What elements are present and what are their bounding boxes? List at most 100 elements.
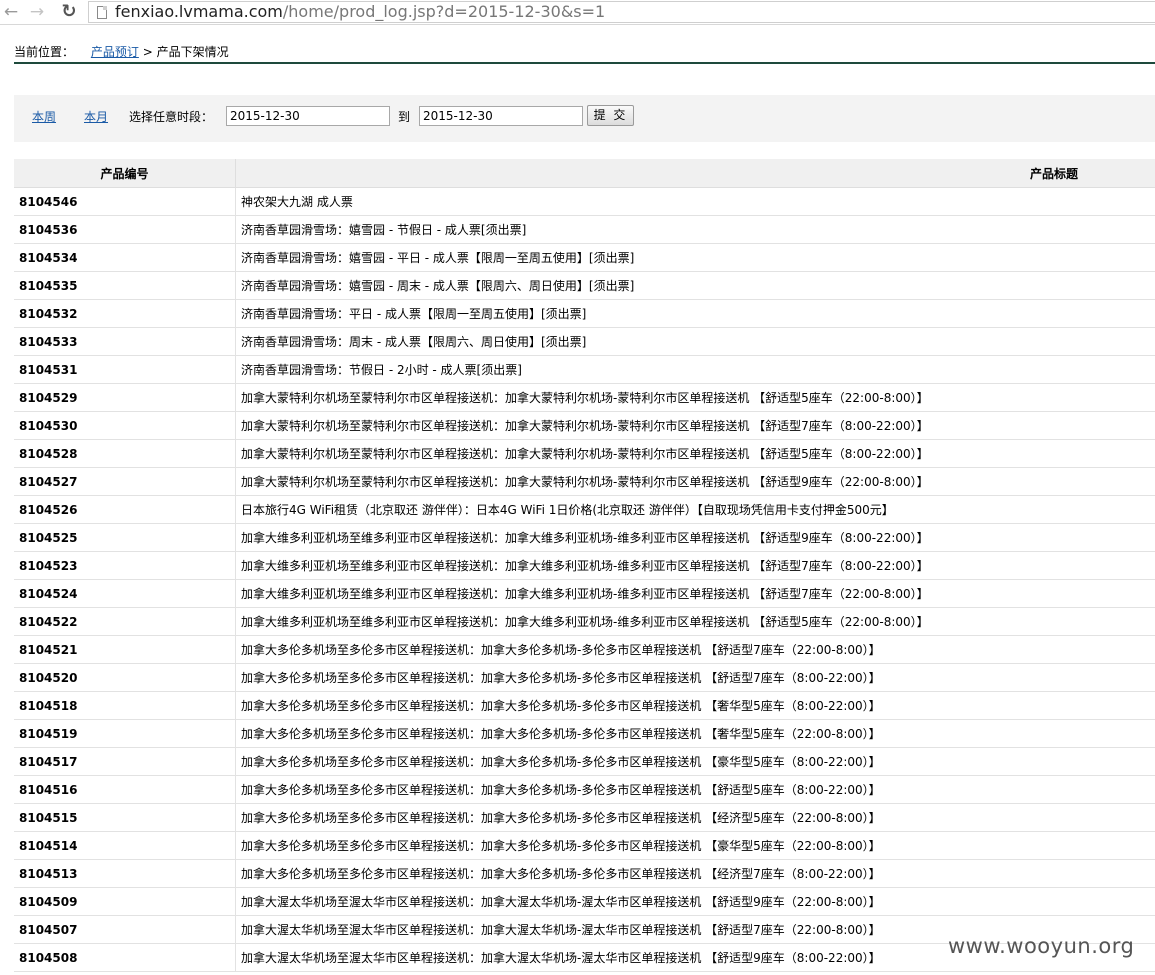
table-row: 8104515 加拿大多伦多机场至多伦多市区单程接送机：加拿大多伦多机场-多伦多市…: [14, 803, 1155, 832]
back-arrow-icon[interactable]: ←: [0, 1, 22, 23]
table-row: 8104516 加拿大多伦多机场至多伦多市区单程接送机：加拿大多伦多机场-多伦多市…: [14, 775, 1155, 804]
product-id-cell: 8104527: [14, 467, 236, 496]
product-id-cell: 8104529: [14, 383, 236, 412]
product-title-cell: 济南香草园滑雪场：嬉雪园 - 平日 - 成人票【限周一至周五使用】[须出票]: [235, 243, 1155, 272]
browser-toolbar: ← → ↻ fenxiao.lvmama.com/home/prod_log.j…: [0, 0, 1155, 25]
product-title-cell: 加拿大蒙特利尔机场至蒙特利尔市区单程接送机：加拿大蒙特利尔机场-蒙特利尔市区单程…: [235, 467, 1155, 496]
product-title-cell: 加拿大多伦多机场至多伦多市区单程接送机：加拿大多伦多机场-多伦多市区单程接送机 …: [235, 747, 1155, 776]
url-host: fenxiao.lvmama.com: [115, 2, 283, 21]
submit-button[interactable]: 提 交: [587, 105, 634, 126]
product-title-cell: 加拿大多伦多机场至多伦多市区单程接送机：加拿大多伦多机场-多伦多市区单程接送机 …: [235, 775, 1155, 804]
product-table: 产品编号 产品标题 8104546 神农架大九湖 成人票 8104536 济南香草园滑…: [14, 159, 1155, 972]
product-title-cell: 加拿大多伦多机场至多伦多市区单程接送机：加拿大多伦多机场-多伦多市区单程接送机 …: [235, 859, 1155, 888]
breadcrumb-label: 当前位置：: [14, 45, 75, 59]
column-header-product-id: 产品编号: [14, 159, 236, 188]
table-row: 8104513 加拿大多伦多机场至多伦多市区单程接送机：加拿大多伦多机场-多伦多市…: [14, 859, 1155, 888]
table-row: 8104509 加拿大渥太华机场至渥太华市区单程接送机：加拿大渥太华机场-渥太华市…: [14, 887, 1155, 916]
url-path: /home/prod_log.jsp?d=2015-12-30&s=1: [282, 2, 606, 21]
product-id-cell: 8104526: [14, 495, 236, 524]
product-id-cell: 8104532: [14, 299, 236, 328]
product-id-cell: 8104518: [14, 691, 236, 720]
table-row: 8104546 神农架大九湖 成人票: [14, 187, 1155, 216]
table-body: 8104546 神农架大九湖 成人票 8104536 济南香草园滑雪场：嬉雪园 - 节…: [14, 187, 1155, 972]
product-title-cell: 加拿大多伦多机场至多伦多市区单程接送机：加拿大多伦多机场-多伦多市区单程接送机 …: [235, 663, 1155, 692]
product-title-cell: 加拿大渥太华机场至渥太华市区单程接送机：加拿大渥太华机场-渥太华市区单程接送机 …: [235, 887, 1155, 916]
table-row: 8104517 加拿大多伦多机场至多伦多市区单程接送机：加拿大多伦多机场-多伦多市…: [14, 747, 1155, 776]
table-row: 8104536 济南香草园滑雪场：嬉雪园 - 节假日 - 成人票[须出票]: [14, 215, 1155, 244]
product-id-cell: 8104520: [14, 663, 236, 692]
product-id-cell: 8104513: [14, 859, 236, 888]
product-id-cell: 8104528: [14, 439, 236, 468]
table-row: 8104527 加拿大蒙特利尔机场至蒙特利尔市区单程接送机：加拿大蒙特利尔机场-蒙…: [14, 467, 1155, 496]
product-id-cell: 8104507: [14, 915, 236, 944]
product-title-cell: 加拿大多伦多机场至多伦多市区单程接送机：加拿大多伦多机场-多伦多市区单程接送机 …: [235, 635, 1155, 664]
product-title-cell: 加拿大多伦多机场至多伦多市区单程接送机：加拿大多伦多机场-多伦多市区单程接送机 …: [235, 691, 1155, 720]
product-id-cell: 8104508: [14, 943, 236, 972]
product-title-cell: 神农架大九湖 成人票: [235, 187, 1155, 216]
product-id-cell: 8104522: [14, 607, 236, 636]
reload-icon[interactable]: ↻: [58, 1, 80, 23]
product-id-cell: 8104546: [14, 187, 236, 216]
table-row: 8104526 日本旅行4G WiFi租赁（北京取还 游伴伴）：日本4G WiFi…: [14, 495, 1155, 524]
page-icon: [97, 6, 107, 19]
product-title-cell: 加拿大多伦多机场至多伦多市区单程接送机：加拿大多伦多机场-多伦多市区单程接送机 …: [235, 831, 1155, 860]
table-row: 8104524 加拿大维多利亚机场至维多利亚市区单程接送机：加拿大维多利亚机场-维…: [14, 579, 1155, 608]
product-id-cell: 8104536: [14, 215, 236, 244]
product-id-cell: 8104509: [14, 887, 236, 916]
product-id-cell: 8104514: [14, 831, 236, 860]
product-title-cell: 加拿大维多利亚机场至维多利亚市区单程接送机：加拿大维多利亚机场-维多利亚市区单程…: [235, 523, 1155, 552]
product-title-cell: 加拿大蒙特利尔机场至蒙特利尔市区单程接送机：加拿大蒙特利尔机场-蒙特利尔市区单程…: [235, 411, 1155, 440]
table-row: 8104518 加拿大多伦多机场至多伦多市区单程接送机：加拿大多伦多机场-多伦多市…: [14, 691, 1155, 720]
breadcrumb-current: 产品下架情况: [156, 45, 229, 59]
product-title-cell: 加拿大维多利亚机场至维多利亚市区单程接送机：加拿大维多利亚机场-维多利亚市区单程…: [235, 579, 1155, 608]
product-title-cell: 加拿大蒙特利尔机场至蒙特利尔市区单程接送机：加拿大蒙特利尔机场-蒙特利尔市区单程…: [235, 383, 1155, 412]
product-title-cell: 济南香草园滑雪场：嬉雪园 - 节假日 - 成人票[须出票]: [235, 215, 1155, 244]
period-label: 选择任意时段：: [129, 110, 214, 124]
this-week-link[interactable]: 本周: [32, 108, 56, 126]
address-bar[interactable]: fenxiao.lvmama.com/home/prod_log.jsp?d=2…: [88, 1, 1155, 23]
product-id-cell: 8104535: [14, 271, 236, 300]
product-id-cell: 8104525: [14, 523, 236, 552]
table-row: 8104532 济南香草园滑雪场：平日 - 成人票【限周一至周五使用】[须出票]: [14, 299, 1155, 328]
product-id-cell: 8104516: [14, 775, 236, 804]
product-title-cell: 加拿大维多利亚机场至维多利亚市区单程接送机：加拿大维多利亚机场-维多利亚市区单程…: [235, 551, 1155, 580]
url-text[interactable]: fenxiao.lvmama.com/home/prod_log.jsp?d=2…: [115, 2, 605, 22]
table-row: 8104534 济南香草园滑雪场：嬉雪园 - 平日 - 成人票【限周一至周五使用】…: [14, 243, 1155, 272]
product-id-cell: 8104531: [14, 355, 236, 384]
product-title-cell: 济南香草园滑雪场：周末 - 成人票【限周六、周日使用】[须出票]: [235, 327, 1155, 356]
watermark: www.wooyun.org: [948, 934, 1135, 958]
table-row: 8104533 济南香草园滑雪场：周末 - 成人票【限周六、周日使用】[须出票]: [14, 327, 1155, 356]
breadcrumb-separator: >: [142, 45, 153, 59]
product-id-cell: 8104524: [14, 579, 236, 608]
breadcrumb: 当前位置： 产品预订 > 产品下架情况: [14, 44, 1155, 64]
start-date-input[interactable]: [226, 106, 390, 126]
forward-arrow-icon[interactable]: →: [26, 1, 48, 23]
product-id-cell: 8104515: [14, 803, 236, 832]
product-title-cell: 日本旅行4G WiFi租赁（北京取还 游伴伴）：日本4G WiFi 1日价格(北…: [235, 495, 1155, 524]
product-title-cell: 济南香草园滑雪场：节假日 - 2小时 - 成人票[须出票]: [235, 355, 1155, 384]
table-row: 8104521 加拿大多伦多机场至多伦多市区单程接送机：加拿大多伦多机场-多伦多市…: [14, 635, 1155, 664]
product-title-cell: 加拿大维多利亚机场至维多利亚市区单程接送机：加拿大维多利亚机场-维多利亚市区单程…: [235, 607, 1155, 636]
table-row: 8104530 加拿大蒙特利尔机场至蒙特利尔市区单程接送机：加拿大蒙特利尔机场-蒙…: [14, 411, 1155, 440]
date-filter-bar: 本周 本月 选择任意时段： 到 提 交: [14, 95, 1155, 142]
this-month-link[interactable]: 本月: [84, 108, 108, 126]
table-row: 8104535 济南香草园滑雪场：嬉雪园 - 周末 - 成人票【限周六、周日使用】…: [14, 271, 1155, 300]
product-id-cell: 8104517: [14, 747, 236, 776]
table-header-row: 产品编号 产品标题: [14, 159, 1155, 188]
product-id-cell: 8104533: [14, 327, 236, 356]
table-row: 8104529 加拿大蒙特利尔机场至蒙特利尔市区单程接送机：加拿大蒙特利尔机场-蒙…: [14, 383, 1155, 412]
product-title-cell: 济南香草园滑雪场：嬉雪园 - 周末 - 成人票【限周六、周日使用】[须出票]: [235, 271, 1155, 300]
table-row: 8104520 加拿大多伦多机场至多伦多市区单程接送机：加拿大多伦多机场-多伦多市…: [14, 663, 1155, 692]
product-title-cell: 加拿大多伦多机场至多伦多市区单程接送机：加拿大多伦多机场-多伦多市区单程接送机 …: [235, 719, 1155, 748]
table-row: 8104514 加拿大多伦多机场至多伦多市区单程接送机：加拿大多伦多机场-多伦多市…: [14, 831, 1155, 860]
product-title-cell: 加拿大蒙特利尔机场至蒙特利尔市区单程接送机：加拿大蒙特利尔机场-蒙特利尔市区单程…: [235, 439, 1155, 468]
end-date-input[interactable]: [419, 106, 583, 126]
breadcrumb-link-product-booking[interactable]: 产品预订: [91, 45, 139, 59]
table-row: 8104519 加拿大多伦多机场至多伦多市区单程接送机：加拿大多伦多机场-多伦多市…: [14, 719, 1155, 748]
table-row: 8104525 加拿大维多利亚机场至维多利亚市区单程接送机：加拿大维多利亚机场-维…: [14, 523, 1155, 552]
table-row: 8104531 济南香草园滑雪场：节假日 - 2小时 - 成人票[须出票]: [14, 355, 1155, 384]
product-id-cell: 8104534: [14, 243, 236, 272]
product-id-cell: 8104523: [14, 551, 236, 580]
product-id-cell: 8104530: [14, 411, 236, 440]
product-title-cell: 加拿大多伦多机场至多伦多市区单程接送机：加拿大多伦多机场-多伦多市区单程接送机 …: [235, 803, 1155, 832]
